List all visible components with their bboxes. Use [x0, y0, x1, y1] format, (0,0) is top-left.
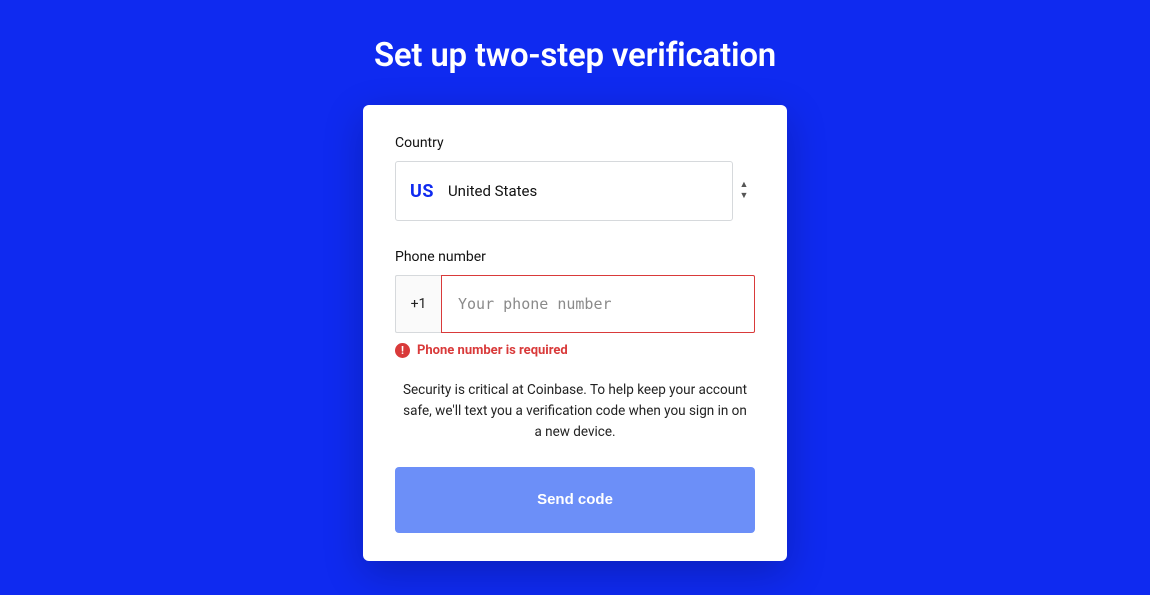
calling-code-box: +1 [395, 275, 441, 333]
country-row: US United States ▲ ▼ [395, 161, 755, 221]
country-select[interactable]: US United States [395, 161, 733, 221]
error-row: ! Phone number is required [395, 343, 755, 358]
phone-input[interactable] [441, 275, 755, 333]
helper-text: Security is critical at Coinbase. To hel… [401, 380, 749, 443]
error-icon: ! [395, 343, 410, 358]
country-stepper[interactable]: ▲ ▼ [733, 161, 755, 221]
chevron-down-icon: ▼ [740, 192, 749, 201]
error-text: Phone number is required [417, 343, 568, 358]
country-label: Country [395, 135, 755, 151]
phone-label: Phone number [395, 249, 755, 265]
chevron-up-icon: ▲ [740, 181, 749, 190]
country-name: United States [448, 182, 537, 200]
phone-row: +1 [395, 275, 755, 333]
country-code-badge: US [410, 181, 434, 202]
send-code-button[interactable]: Send code [395, 467, 755, 533]
verification-card: Country US United States ▲ ▼ Phone numbe… [363, 105, 787, 561]
page-title: Set up two-step verification [374, 36, 776, 75]
